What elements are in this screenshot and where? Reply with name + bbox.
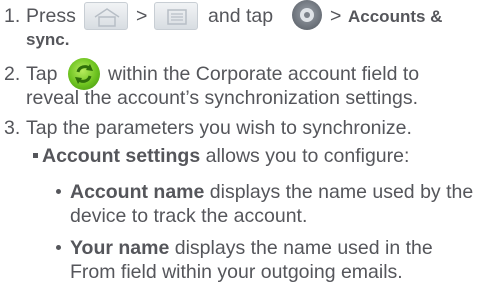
- step-2-text-2: reveal the account’s synchronization set…: [26, 87, 419, 109]
- accounts-sync-label: Accounts &: [348, 7, 443, 26]
- step-2-text-1: within the Corporate account field to: [108, 63, 420, 85]
- menu-key-icon: [154, 2, 198, 30]
- gt-1: >: [136, 5, 148, 27]
- account-name-line-2: device to track the account.: [70, 205, 308, 227]
- step-number: 2.: [4, 63, 21, 85]
- account-name-label: Account name: [70, 181, 205, 203]
- your-name-label: Your name: [70, 237, 170, 259]
- square-bullet-icon: [33, 153, 38, 158]
- step-3-text: Tap the parameters you wish to synchroni…: [26, 117, 412, 139]
- account-settings-label: Account settings: [42, 145, 201, 167]
- round-bullet-icon: [56, 189, 61, 194]
- account-name-rest: displays the name used by the: [204, 181, 474, 203]
- step-2-tap: Tap: [26, 63, 58, 85]
- account-settings-line: Account settings allows you to configure…: [42, 144, 409, 168]
- step-number: 3.: [4, 117, 21, 139]
- step-1-and-tap: and tap: [208, 5, 274, 27]
- step-1-press: Press: [26, 5, 76, 27]
- settings-gear-icon: [292, 0, 322, 30]
- step-number: 1.: [4, 5, 21, 27]
- accounts-sync-label-cont: sync.: [26, 30, 70, 49]
- home-key-icon: [84, 2, 128, 30]
- account-settings-rest: allows you to configure:: [200, 145, 410, 167]
- your-name-line-1: Your name displays the name used in the: [70, 236, 433, 260]
- round-bullet-icon: [56, 245, 61, 250]
- gt-2: >: [330, 5, 342, 27]
- your-name-rest: displays the name used in the: [169, 237, 433, 259]
- your-name-line-2: From field within your outgoing emails.: [70, 261, 403, 283]
- account-name-line-1: Account name displays the name used by t…: [70, 180, 473, 204]
